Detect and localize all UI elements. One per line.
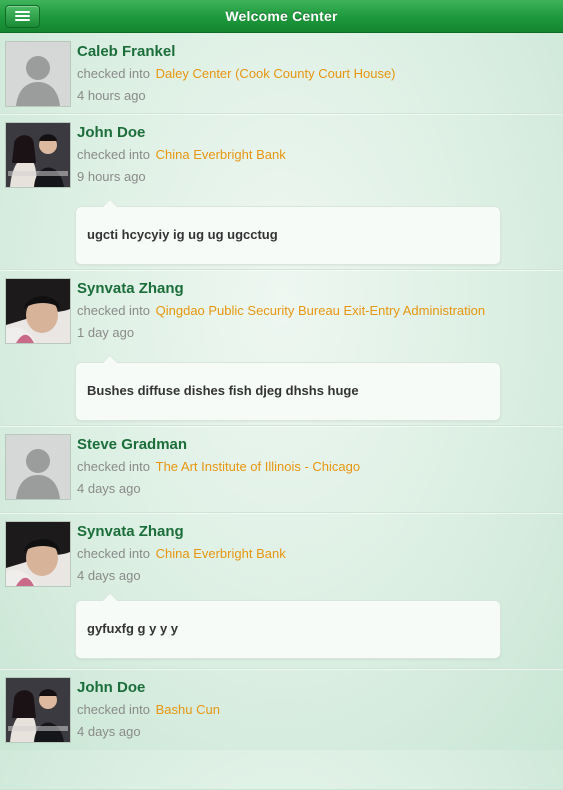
user-name[interactable]: Synvata Zhang — [77, 523, 184, 540]
checkin-line: checked into China Everbright Bank — [77, 147, 286, 162]
checked-into-label: checked into — [77, 702, 150, 717]
timestamp: 4 days ago — [77, 481, 141, 496]
timestamp: 4 days ago — [77, 724, 141, 739]
checked-into-label: checked into — [77, 546, 150, 561]
checkin-line: checked into Daley Center (Cook County C… — [77, 66, 396, 81]
user-name[interactable]: Steve Gradman — [77, 436, 187, 453]
user-name[interactable]: Caleb Frankel — [77, 43, 175, 60]
comment-text: ugcti hcycyiy ig ug ug ugcctug — [87, 227, 278, 242]
user-avatar — [5, 122, 71, 188]
place-link[interactable]: Qingdao Public Security Bureau Exit-Entr… — [156, 303, 486, 318]
default-avatar-icon — [5, 41, 71, 107]
user-avatar — [5, 521, 71, 587]
user-avatar — [5, 677, 71, 743]
list-item[interactable]: Synvata Zhang checked into Qingdao Publi… — [0, 270, 563, 426]
user-name[interactable]: John Doe — [77, 679, 145, 696]
checked-into-label: checked into — [77, 147, 150, 162]
place-link[interactable]: Daley Center (Cook County Court House) — [156, 66, 396, 81]
comment-text: gyfuxfg g y y y — [87, 621, 179, 636]
checkin-feed: Caleb Frankel checked into Daley Center … — [0, 33, 563, 790]
checked-into-label: checked into — [77, 66, 150, 81]
checkin-line: checked into China Everbright Bank — [77, 546, 286, 561]
user-name[interactable]: Synvata Zhang — [77, 280, 184, 297]
page-title: Welcome Center — [225, 8, 338, 24]
timestamp: 1 day ago — [77, 325, 135, 340]
list-item[interactable]: Caleb Frankel checked into Daley Center … — [0, 33, 563, 114]
default-avatar-icon — [5, 434, 71, 500]
user-avatar — [5, 278, 71, 344]
place-link[interactable]: Bashu Cun — [156, 702, 220, 717]
comment-text: Bushes diffuse dishes fish djeg dhshs hu… — [87, 383, 359, 398]
comment-bubble: Bushes diffuse dishes fish djeg dhshs hu… — [75, 355, 501, 421]
list-item[interactable]: Steve Gradman checked into The Art Insti… — [0, 426, 563, 513]
checked-into-label: checked into — [77, 459, 150, 474]
place-link[interactable]: China Everbright Bank — [156, 147, 286, 162]
navigation-bar: Welcome Center — [0, 0, 563, 33]
checkin-line: checked into Qingdao Public Security Bur… — [77, 303, 485, 318]
checked-into-label: checked into — [77, 303, 150, 318]
checkin-line: checked into Bashu Cun — [77, 702, 220, 717]
checkin-line: checked into The Art Institute of Illino… — [77, 459, 360, 474]
timestamp: 4 hours ago — [77, 88, 146, 103]
timestamp: 9 hours ago — [77, 169, 146, 184]
list-item[interactable]: John Doe checked into Bashu Cun 4 days a… — [0, 669, 563, 790]
user-name[interactable]: John Doe — [77, 124, 145, 141]
list-item[interactable]: Synvata Zhang checked into China Everbri… — [0, 513, 563, 669]
comment-bubble: gyfuxfg g y y y — [75, 593, 501, 659]
place-link[interactable]: The Art Institute of Illinois - Chicago — [156, 459, 360, 474]
place-link[interactable]: China Everbright Bank — [156, 546, 286, 561]
list-item[interactable]: John Doe checked into China Everbright B… — [0, 114, 563, 270]
comment-bubble: ugcti hcycyiy ig ug ug ugcctug — [75, 199, 501, 265]
timestamp: 4 days ago — [77, 568, 141, 583]
